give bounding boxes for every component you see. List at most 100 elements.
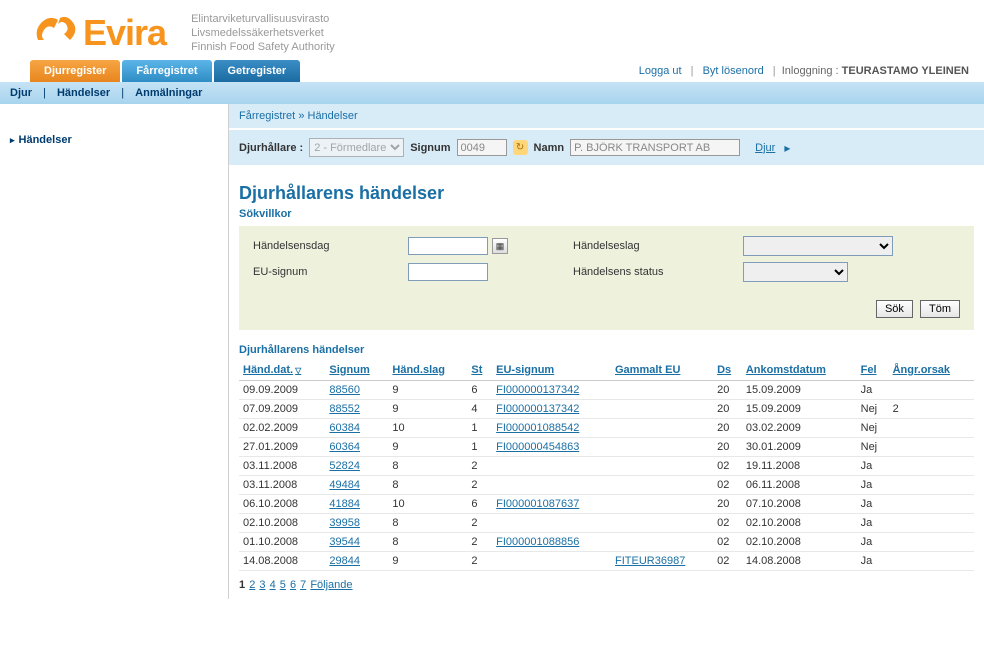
table-row: 02.10.200839958820202.10.2008Ja: [239, 514, 974, 533]
col-st[interactable]: St: [467, 360, 492, 381]
cell-handslag: 9: [388, 381, 467, 400]
label-handelsensstatus: Händelsens status: [573, 266, 743, 278]
select-handelseslag[interactable]: [743, 236, 893, 256]
link-eusignum[interactable]: FI000000137342: [496, 403, 579, 415]
table-row: 01.10.20083954482FI0000010888560202.10.2…: [239, 533, 974, 552]
subnav-djur[interactable]: Djur: [10, 87, 32, 99]
col-ds[interactable]: Ds: [713, 360, 742, 381]
pager-page[interactable]: 1: [239, 579, 245, 591]
cell-fel: Ja: [857, 495, 889, 514]
cell-eusignum: [492, 552, 611, 571]
namn-input[interactable]: [570, 139, 740, 156]
link-signum[interactable]: 39958: [329, 517, 360, 529]
cell-signum: 88560: [325, 381, 388, 400]
tab-djurregister[interactable]: Djurregister: [30, 60, 120, 82]
table-row: 02.02.200960384101FI0000010885422003.02.…: [239, 419, 974, 438]
link-signum[interactable]: 88552: [329, 403, 360, 415]
col-handdat[interactable]: Händ.dat.▽: [239, 360, 325, 381]
col-eusignum[interactable]: EU-signum: [492, 360, 611, 381]
link-eusignum[interactable]: FI000001087637: [496, 498, 579, 510]
cell-signum: 41884: [325, 495, 388, 514]
select-handelsensstatus[interactable]: [743, 262, 848, 282]
cell-angr: [889, 514, 974, 533]
filter-bar: Djurhållare : 2 - Förmedlare Signum ↻ Na…: [229, 130, 984, 165]
link-gammalteu[interactable]: FITEUR36987: [615, 555, 685, 567]
pager-page[interactable]: 3: [259, 579, 265, 591]
cell-handdat: 02.02.2009: [239, 419, 325, 438]
link-eusignum[interactable]: FI000001088542: [496, 422, 579, 434]
cell-fel: Ja: [857, 457, 889, 476]
cell-ds: 20: [713, 438, 742, 457]
breadcrumb-root[interactable]: Fårregistret: [239, 110, 295, 122]
col-ankomstdatum[interactable]: Ankomstdatum: [742, 360, 857, 381]
col-gammalteu[interactable]: Gammalt EU: [611, 360, 713, 381]
breadcrumb-sep: »: [298, 110, 304, 122]
cell-handdat: 06.10.2008: [239, 495, 325, 514]
header: Evira Elintarviketurvallisuusvirasto Liv…: [0, 0, 984, 60]
pager-next[interactable]: Följande: [310, 579, 352, 591]
sidebar-item-handelser[interactable]: Händelser: [10, 134, 228, 146]
link-eusignum[interactable]: FI000000137342: [496, 384, 579, 396]
cell-fel: Ja: [857, 533, 889, 552]
refresh-icon[interactable]: ↻: [513, 140, 528, 155]
cell-angr: [889, 552, 974, 571]
col-signum[interactable]: Signum: [325, 360, 388, 381]
tab-farregistret[interactable]: Fårregistret: [122, 60, 211, 82]
cell-st: 2: [467, 476, 492, 495]
clear-button[interactable]: Töm: [920, 300, 960, 318]
signum-input[interactable]: [457, 139, 507, 156]
search-box: Händelsensdag ▦ Händelseslag EU-signum H…: [239, 226, 974, 330]
pager-page[interactable]: 6: [290, 579, 296, 591]
calendar-icon[interactable]: ▦: [492, 238, 508, 254]
label-eusignum: EU-signum: [253, 266, 408, 278]
link-signum[interactable]: 49484: [329, 479, 360, 491]
cell-signum: 29844: [325, 552, 388, 571]
cell-angr: 2: [889, 400, 974, 419]
table-row: 09.09.20098856096FI0000001373422015.09.2…: [239, 381, 974, 400]
cell-eusignum: [492, 476, 611, 495]
subnav-handelser[interactable]: Händelser: [57, 87, 110, 99]
col-fel[interactable]: Fel: [857, 360, 889, 381]
link-eusignum[interactable]: FI000000454863: [496, 441, 579, 453]
cell-gammalteu: [611, 495, 713, 514]
subnav-anmalningar[interactable]: Anmälningar: [135, 87, 202, 99]
brand-text: Evira: [83, 12, 166, 54]
djur-link[interactable]: Djur: [755, 142, 775, 154]
cell-gammalteu: [611, 419, 713, 438]
cell-angr: [889, 419, 974, 438]
link-signum[interactable]: 29844: [329, 555, 360, 567]
link-signum[interactable]: 60384: [329, 422, 360, 434]
col-angrorsak[interactable]: Ångr.orsak: [889, 360, 974, 381]
pager-page[interactable]: 4: [270, 579, 276, 591]
cell-st: 4: [467, 400, 492, 419]
table-row: 14.08.20082984492FITEUR369870214.08.2008…: [239, 552, 974, 571]
cell-ds: 20: [713, 495, 742, 514]
cell-angr: [889, 381, 974, 400]
pager-page[interactable]: 7: [300, 579, 306, 591]
djurhallare-select[interactable]: 2 - Förmedlare: [309, 138, 404, 157]
link-signum[interactable]: 88560: [329, 384, 360, 396]
link-signum[interactable]: 60364: [329, 441, 360, 453]
link-eusignum[interactable]: FI000001088856: [496, 536, 579, 548]
cell-ds: 20: [713, 419, 742, 438]
link-changepw[interactable]: Byt lösenord: [703, 65, 764, 77]
link-signum[interactable]: 41884: [329, 498, 360, 510]
table-row: 07.09.20098855294FI0000001373422015.09.2…: [239, 400, 974, 419]
cell-handslag: 10: [388, 495, 467, 514]
link-signum[interactable]: 52824: [329, 460, 360, 472]
tab-getregister[interactable]: Getregister: [214, 60, 301, 82]
input-eusignum[interactable]: [408, 263, 488, 281]
pager-page[interactable]: 2: [249, 579, 255, 591]
search-button[interactable]: Sök: [876, 300, 913, 318]
cell-handdat: 02.10.2008: [239, 514, 325, 533]
col-handslag[interactable]: Händ.slag: [388, 360, 467, 381]
pager-page[interactable]: 5: [280, 579, 286, 591]
input-handelsensdag[interactable]: [408, 237, 488, 255]
cell-ankomst: 03.02.2009: [742, 419, 857, 438]
cell-st: 6: [467, 381, 492, 400]
cell-angr: [889, 495, 974, 514]
link-logout[interactable]: Logga ut: [639, 65, 682, 77]
cell-st: 2: [467, 514, 492, 533]
cell-eusignum: FI000001088856: [492, 533, 611, 552]
link-signum[interactable]: 39544: [329, 536, 360, 548]
